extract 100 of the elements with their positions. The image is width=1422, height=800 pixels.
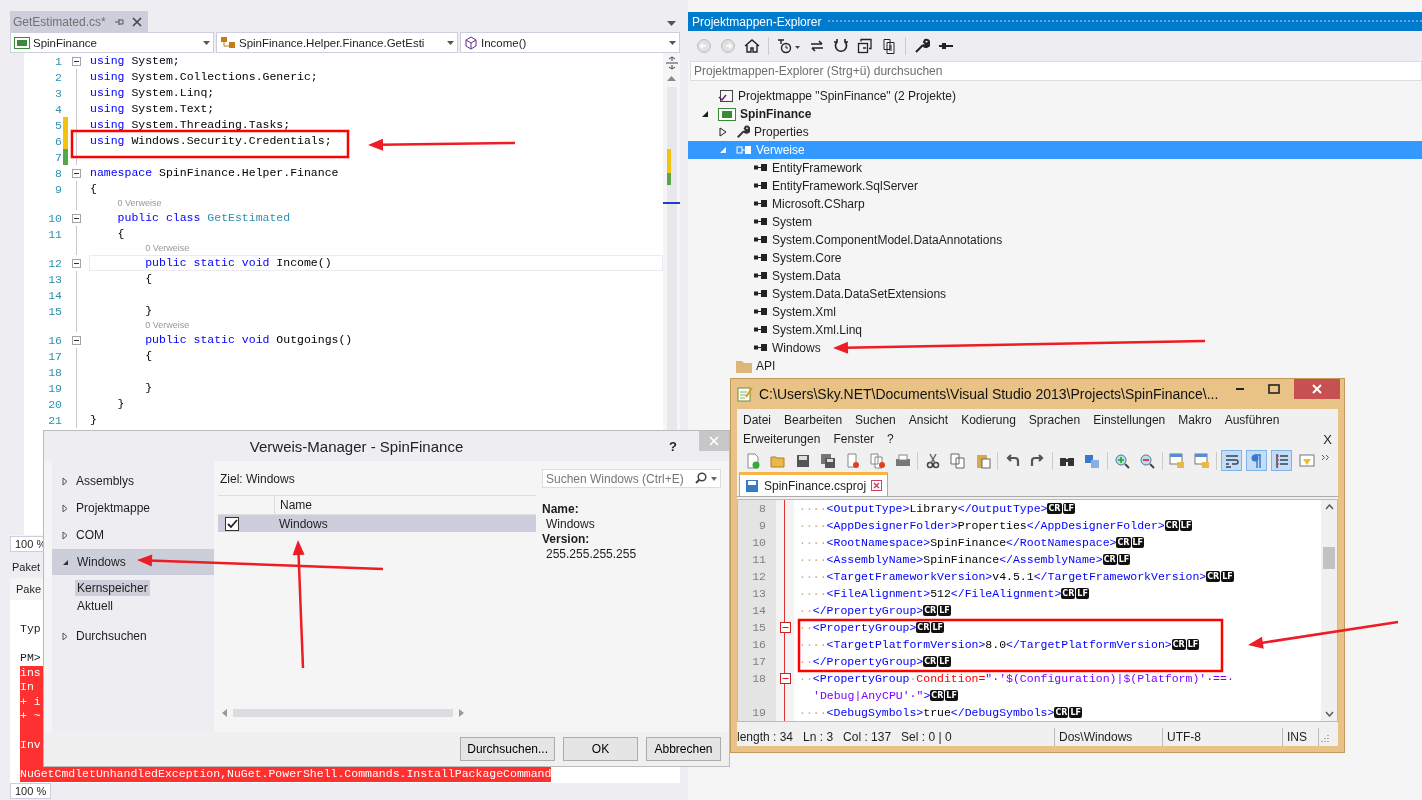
navigation-dropdown[interactable]: SpinFinance.Helper.Finance.GetEsti <box>216 32 458 53</box>
menu-item[interactable]: Fenster <box>833 430 875 449</box>
collapsed-arrow-icon[interactable] <box>62 530 68 540</box>
navigation-dropdown[interactable]: SpinFinance <box>10 32 214 53</box>
collapse-icon[interactable] <box>72 56 81 66</box>
tree-item[interactable]: Windows <box>688 339 1422 357</box>
scroll-up-icon[interactable] <box>667 76 676 81</box>
tree-item[interactable]: Properties <box>688 123 1422 141</box>
menu-item[interactable]: Ansicht <box>908 411 949 430</box>
tree-item[interactable]: System.Core <box>688 249 1422 267</box>
category-item[interactable]: COM <box>52 522 214 548</box>
close-icon[interactable] <box>131 16 142 27</box>
tree-item[interactable]: System <box>688 213 1422 231</box>
chevron-icon[interactable] <box>1321 454 1330 461</box>
expanded-arrow-icon[interactable] <box>62 558 69 566</box>
close-icon[interactable] <box>871 480 883 492</box>
scroll-right-icon[interactable] <box>459 709 464 717</box>
category-item[interactable]: Windows <box>52 549 214 575</box>
category-subitem[interactable]: Kernspeicher <box>75 580 150 596</box>
category-item[interactable]: Assemblys <box>52 468 214 494</box>
category-item[interactable]: Projektmappe <box>52 495 214 521</box>
expanded-arrow-icon[interactable] <box>701 110 709 118</box>
files-icon[interactable] <box>881 38 897 54</box>
collapse-icon[interactable] <box>72 335 81 345</box>
toolbar-button[interactable] <box>1271 450 1293 472</box>
scroll-up-icon[interactable] <box>1324 504 1334 511</box>
menu-item[interactable]: Datei <box>743 411 771 430</box>
menu-item[interactable]: Makro <box>1178 411 1212 430</box>
toolbar-button[interactable] <box>1221 450 1243 472</box>
tree-item[interactable]: System.ComponentModel.DataAnnotations <box>688 231 1422 249</box>
wrench-icon[interactable] <box>914 38 930 54</box>
splitter-icon[interactable] <box>665 56 678 70</box>
close-document-button[interactable]: X <box>1323 430 1332 449</box>
dialog-button[interactable]: OK <box>563 737 638 761</box>
menu-item[interactable]: Suchen <box>855 411 896 430</box>
collapse-icon[interactable] <box>72 213 81 223</box>
tree-item[interactable]: System.Xml.Linq <box>688 321 1422 339</box>
clock-icon[interactable] <box>777 38 801 54</box>
collapse-icon[interactable] <box>779 622 791 634</box>
line-number: 14 <box>47 288 62 302</box>
folder-icon <box>736 359 752 373</box>
scroll-down-icon[interactable] <box>1324 711 1334 718</box>
caret-icon <box>203 40 210 45</box>
menu-item[interactable]: Sprachen <box>1028 411 1081 430</box>
tree-item[interactable]: System.Xml <box>688 303 1422 321</box>
collapse-icon[interactable] <box>779 673 791 685</box>
collapse-icon[interactable] <box>72 168 81 178</box>
search-field[interactable]: Projektmappen-Explorer (Strg+ü) durchsuchen <box>690 61 1422 81</box>
column-header[interactable]: Name <box>275 496 312 514</box>
caret-icon[interactable] <box>667 21 676 26</box>
line-number: 18 <box>752 672 766 686</box>
tree-item[interactable]: SpinFinance <box>688 105 1422 123</box>
line-number: 9 <box>759 519 766 533</box>
list-row[interactable]: Windows <box>218 515 536 532</box>
checkbox[interactable] <box>225 516 239 531</box>
home-icon[interactable] <box>744 38 760 54</box>
tree-item[interactable]: EntityFramework <box>688 159 1422 177</box>
scrollbar-thumb[interactable] <box>1323 547 1335 570</box>
dialog-button[interactable]: Abbrechen <box>646 737 721 761</box>
dialog-button[interactable]: Durchsuchen... <box>460 737 555 761</box>
collapse-all-icon[interactable] <box>857 38 873 54</box>
menu-item[interactable]: ? <box>887 430 894 449</box>
line-number: 13 <box>752 587 766 601</box>
scroll-left-icon[interactable] <box>222 709 227 717</box>
collapse-icon[interactable] <box>72 258 81 268</box>
tree-item[interactable]: EntityFramework.SqlServer <box>688 177 1422 195</box>
search-field[interactable]: Suchen Windows (Ctrl+E) <box>542 469 721 488</box>
close-button[interactable] <box>1294 379 1340 399</box>
refresh-icon[interactable] <box>833 38 849 54</box>
zoom-dropdown[interactable]: 100 % <box>10 783 52 799</box>
tree-item[interactable]: Projektmappe "SpinFinance" (2 Projekte) <box>688 87 1422 105</box>
tree-item[interactable]: System.Data.DataSetExtensions <box>688 285 1422 303</box>
line-number: 14 <box>752 604 766 618</box>
caret-icon[interactable] <box>711 477 717 481</box>
menu-item[interactable]: Erweiterungen <box>743 430 821 449</box>
tree-item[interactable]: System.Data <box>688 267 1422 285</box>
code-line: } <box>144 381 153 395</box>
search-icon[interactable] <box>695 472 707 484</box>
code-line: ····<TargetFrameworkVersion>v4.5.1</TargetFrameworkVersion>CR LF <box>798 570 1235 584</box>
collapsed-arrow-icon[interactable] <box>62 631 68 641</box>
menu-item[interactable]: Einstellungen <box>1093 411 1166 430</box>
collapsed-arrow-icon[interactable] <box>719 127 727 137</box>
resize-grip-icon[interactable] <box>1319 732 1329 743</box>
menu-item[interactable]: Bearbeiten <box>784 411 843 430</box>
tab-title: SpinFinance.csproj <box>764 478 867 493</box>
sync-icon[interactable] <box>809 38 825 54</box>
scrollbar-thumb[interactable] <box>233 709 453 717</box>
category-item[interactable]: Durchsuchen <box>52 623 214 649</box>
document-tab[interactable]: SpinFinance.csproj <box>739 472 889 497</box>
code-line: 'Debug|AnyCPU'·">CR LF <box>812 689 959 703</box>
navigation-dropdown[interactable]: Income() <box>460 32 680 53</box>
menu-item[interactable]: Kodierung <box>961 411 1016 430</box>
menu-item[interactable]: Ausführen <box>1224 411 1280 430</box>
collapsed-arrow-icon[interactable] <box>62 503 68 513</box>
help-button[interactable]: ? <box>669 438 677 454</box>
collapsed-arrow-icon[interactable] <box>62 476 68 486</box>
tree-item[interactable]: API <box>688 357 1422 375</box>
pin-icon[interactable] <box>113 16 124 27</box>
tree-item[interactable]: Microsoft.CSharp <box>688 195 1422 213</box>
category-subitem[interactable]: Aktuell <box>75 598 116 614</box>
